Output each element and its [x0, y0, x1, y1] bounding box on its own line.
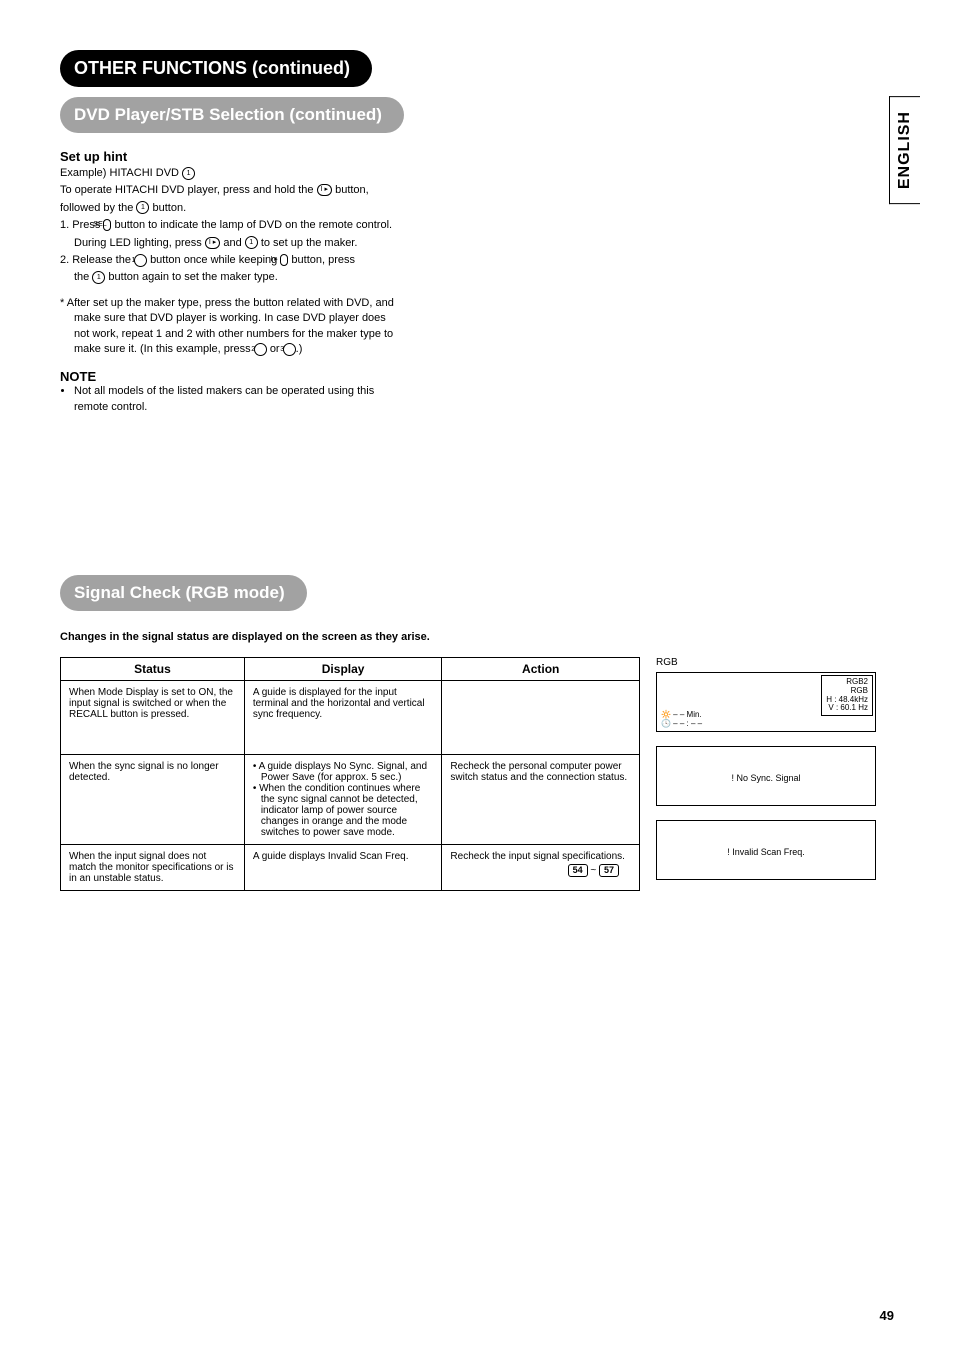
page-number: 49 — [880, 1308, 894, 1323]
cell-status: When the sync signal is no longer detect… — [61, 755, 245, 845]
example-line: Example) HITACHI DVD — [60, 167, 179, 179]
text-step2a: 2. Release the — [60, 254, 131, 266]
signal-table: Status Display Action When Mode Display … — [60, 657, 640, 891]
cell-action — [442, 681, 640, 755]
table-row: When the sync signal is no longer detect… — [61, 755, 640, 845]
section-header-2: DVD Player/STB Selection (continued) — [60, 97, 404, 133]
text-step1a2: button to indicate the lamp of DVD on th… — [114, 219, 392, 231]
footnote-end: .) — [296, 343, 303, 355]
action-text: Recheck the input signal specifications. — [450, 851, 625, 862]
osd-box-info: RGB2 RGB H : 48.4kHz V : 60.1 Hz 🔆 – – M… — [656, 672, 876, 732]
tilde: ~ — [590, 865, 596, 876]
text-line2: followed by the — [60, 202, 133, 214]
text-step2b2: button again to set the maker type. — [108, 271, 277, 283]
osd-min-line: 🕓 – – : – – — [661, 720, 702, 729]
page-ref-key: 57 — [599, 864, 619, 877]
cell-status: When Mode Display is set to ON, the inpu… — [61, 681, 245, 755]
circled-1-icon: 1 — [182, 167, 195, 180]
setup-body: Example) HITACHI DVD 1 To operate HITACH… — [60, 166, 400, 357]
text-line1b: button, — [335, 184, 369, 196]
text-mid: button once while keeping — [150, 254, 277, 266]
signal-intro: Changes in the signal status are display… — [60, 631, 894, 643]
cell-display: • A guide displays No Sync. Signal, and … — [244, 755, 442, 845]
rgb-osd-column: RGB RGB2 RGB H : 48.4kHz V : 60.1 Hz 🔆 –… — [656, 657, 876, 894]
section-header-3: Signal Check (RGB mode) — [60, 575, 307, 611]
cell-action: Recheck the input signal specifications.… — [442, 845, 640, 891]
circled-1-icon: 1 — [245, 236, 258, 249]
circled-1-icon: 1 — [136, 201, 149, 214]
table-row: When Mode Display is set to ON, the inpu… — [61, 681, 640, 755]
osd-box-nosync: ! No Sync. Signal — [656, 746, 876, 806]
cell-status: When the input signal does not match the… — [61, 845, 245, 891]
text-step1b2: to set up the maker. — [261, 237, 358, 249]
text-step2b: the — [74, 271, 89, 283]
circled-1-icon: 1 — [134, 254, 147, 267]
footnote-or: or — [270, 343, 280, 355]
footnote-text: * After set up the maker type, press the… — [60, 297, 394, 355]
cell-action: Recheck the personal computer power swit… — [442, 755, 640, 845]
col-display: Display — [244, 658, 442, 681]
section-header-1: OTHER FUNCTIONS (continued) — [60, 50, 372, 87]
language-tab: ENGLISH — [889, 96, 920, 204]
sel-button-icon: SEL — [103, 219, 111, 231]
col-action: Action — [442, 658, 640, 681]
play-icon: I ▸ — [280, 254, 288, 266]
cell-display: A guide displays Invalid Scan Freq. — [244, 845, 442, 891]
osd-line: V : 60.1 Hz — [826, 704, 868, 713]
table-row: When the input signal does not match the… — [61, 845, 640, 891]
note-body: Not all models of the listed makers can … — [60, 384, 400, 415]
note-bullet: Not all models of the listed makers can … — [74, 384, 400, 415]
circled-1-icon: 1 — [92, 271, 105, 284]
table-header-row: Status Display Action — [61, 658, 640, 681]
text-line1: To operate HITACHI DVD player, press and… — [60, 184, 314, 196]
text-step1b: During LED lighting, press — [74, 237, 202, 249]
text-and: and — [223, 237, 241, 249]
osd-info-panel: RGB2 RGB H : 48.4kHz V : 60.1 Hz — [821, 675, 873, 716]
page-ref-key: 54 — [568, 864, 588, 877]
play-icon: I ▸ — [317, 184, 332, 196]
osd-message: ! No Sync. Signal — [661, 753, 871, 803]
circled-3-icon: 3 — [283, 343, 296, 356]
osd-message: ! Invalid Scan Freq. — [661, 827, 871, 877]
bullet-text: A guide displays No Sync. Signal, and Po… — [259, 761, 427, 783]
play-icon: I ▸ — [205, 237, 220, 249]
cell-display: A guide is displayed for the input termi… — [244, 681, 442, 755]
rgb-label: RGB — [656, 657, 876, 668]
setup-hint-title: Set up hint — [60, 149, 894, 164]
text-step2a2: button, press — [291, 254, 355, 266]
osd-box-invalid: ! Invalid Scan Freq. — [656, 820, 876, 880]
bullet-text: When the condition continues where the s… — [259, 783, 420, 838]
circled-2-icon: 2 — [254, 343, 267, 356]
col-status: Status — [61, 658, 245, 681]
note-title: NOTE — [60, 369, 894, 384]
text-line2b: button. — [153, 202, 187, 214]
